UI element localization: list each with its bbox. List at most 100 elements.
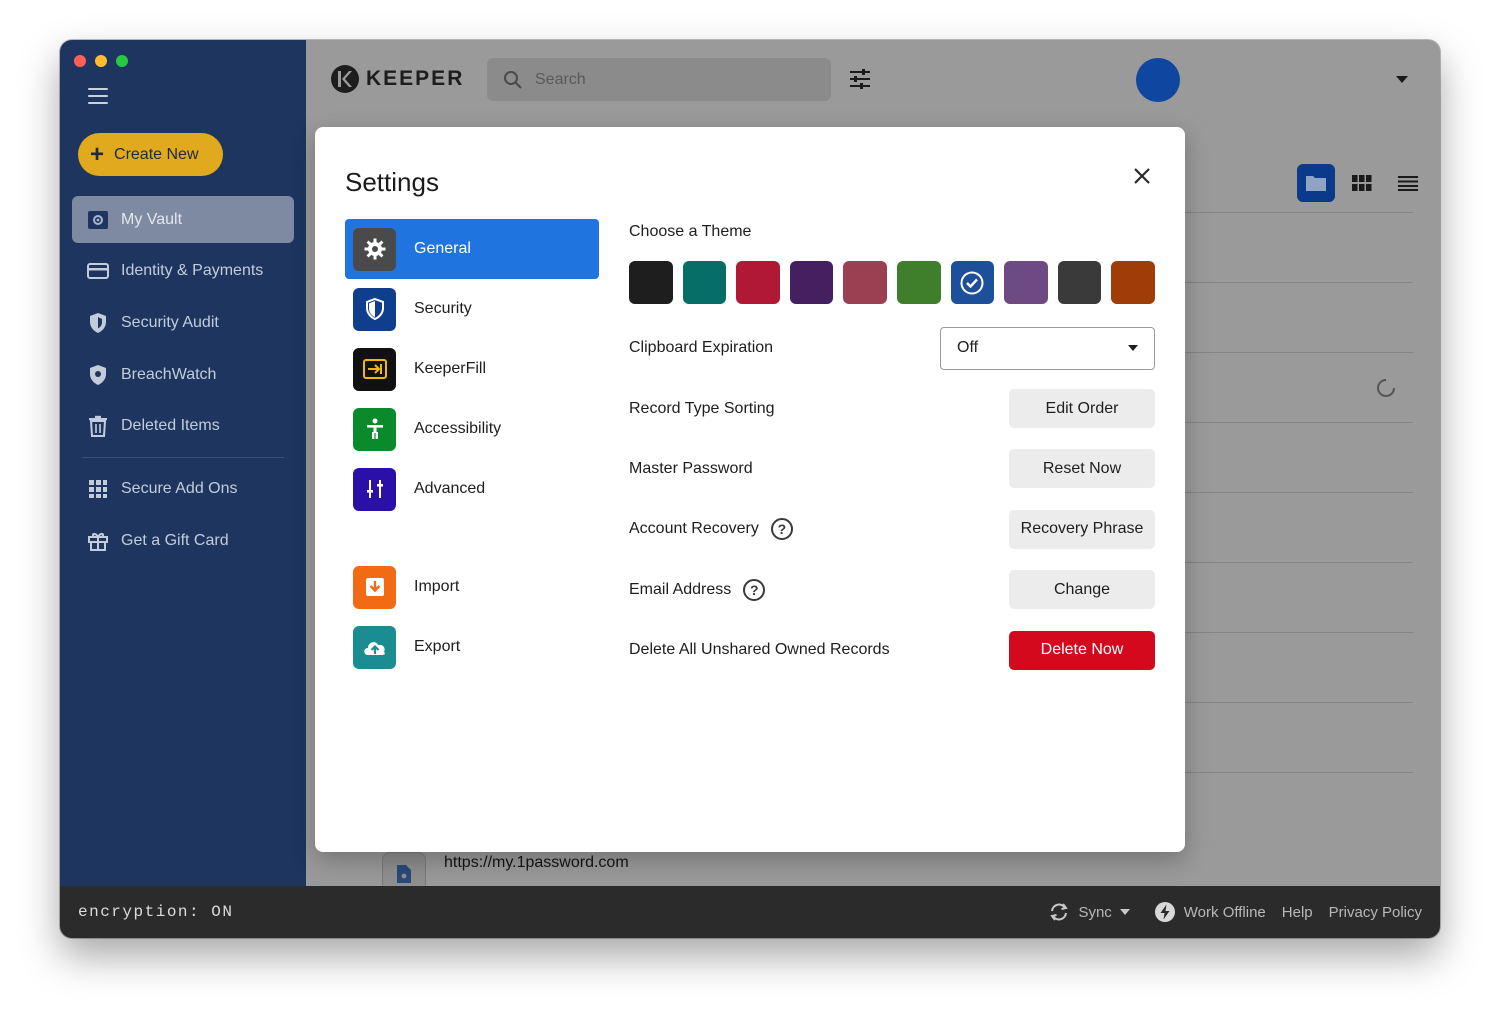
theme-swatch-selected[interactable]: [950, 261, 995, 304]
create-new-label: Create New: [114, 145, 199, 163]
dialog-title: Settings: [345, 167, 439, 197]
lightning-icon: [1154, 902, 1175, 922]
grid-view-button[interactable]: [1343, 164, 1381, 202]
theme-swatch[interactable]: [896, 261, 941, 304]
chevron-down-icon: [1128, 345, 1138, 352]
tab-keeperfill[interactable]: KeeperFill: [345, 339, 599, 399]
setting-label: Clipboard Expiration: [629, 339, 774, 357]
keeper-logo-icon: [331, 65, 359, 93]
close-window-button[interactable]: [74, 55, 86, 67]
folder-icon: [1306, 176, 1326, 191]
encryption-status: encryption: ON: [78, 903, 234, 921]
record-url: https://my.1password.com: [444, 854, 629, 871]
theme-swatch[interactable]: [1057, 261, 1102, 304]
tab-security[interactable]: Security: [345, 279, 599, 339]
tab-import[interactable]: Import: [345, 557, 599, 617]
minimize-window-button[interactable]: [95, 55, 107, 67]
clipboard-expiration-select[interactable]: Off: [940, 326, 1155, 370]
sidebar-item-breachwatch[interactable]: BreachWatch: [72, 351, 294, 398]
master-password-row: Master Password Reset Now: [629, 439, 1155, 499]
setting-label: Account Recovery: [629, 520, 759, 538]
sync-button[interactable]: Sync: [1048, 903, 1130, 921]
account-recovery-row: Account Recovery ? Recovery Phrase: [629, 499, 1155, 559]
tab-label: General: [414, 240, 471, 257]
close-button[interactable]: [1129, 163, 1155, 189]
tab-advanced[interactable]: Advanced: [345, 459, 599, 519]
create-new-button[interactable]: + Create New: [78, 133, 223, 176]
window-controls: [74, 55, 128, 67]
sidebar-item-identity-payments[interactable]: Identity & Payments: [72, 248, 294, 295]
shield-icon: [353, 287, 396, 331]
vault-icon: [88, 210, 108, 229]
tab-export[interactable]: Export: [345, 617, 599, 677]
close-icon: [1134, 168, 1150, 184]
account-menu-chevron-icon[interactable]: [1396, 76, 1408, 83]
sidebar-item-my-vault[interactable]: My Vault: [72, 196, 294, 243]
filter-sliders-icon[interactable]: [848, 68, 872, 90]
list-view-icon: [1398, 176, 1418, 191]
sync-label: Sync: [1078, 903, 1112, 921]
settings-tabs: General Security KeeperFill Accessibilit…: [345, 219, 599, 677]
change-email-button[interactable]: Change: [1009, 570, 1155, 610]
help-icon[interactable]: ?: [743, 578, 766, 601]
trash-icon: [89, 416, 107, 438]
theme-swatch[interactable]: [682, 261, 727, 304]
select-value: Off: [957, 339, 979, 357]
sliders-icon: [353, 467, 396, 511]
sidebar-item-gift-card[interactable]: Get a Gift Card: [72, 517, 294, 564]
sidebar-item-secure-add-ons[interactable]: Secure Add Ons: [72, 466, 294, 513]
search-input[interactable]: Search: [487, 58, 831, 101]
keeperfill-icon: [353, 347, 396, 391]
theme-swatch[interactable]: [1004, 261, 1048, 304]
delete-now-button[interactable]: Delete Now: [1009, 630, 1155, 670]
help-link[interactable]: Help: [1282, 904, 1313, 921]
help-icon[interactable]: ?: [770, 518, 793, 541]
reset-now-button[interactable]: Reset Now: [1009, 449, 1155, 489]
tab-label: KeeperFill: [414, 360, 487, 377]
gear-icon: [353, 227, 396, 271]
sidebar-item-deleted-items[interactable]: Deleted Items: [72, 403, 294, 450]
sidebar: + Create New My Vault Identity & Payment…: [60, 40, 306, 886]
avatar[interactable]: [1136, 58, 1180, 102]
status-bar: encryption: ON Sync Work Offline Help Pr…: [60, 886, 1440, 938]
tab-label: Accessibility: [414, 420, 502, 437]
privacy-policy-link[interactable]: Privacy Policy: [1329, 904, 1422, 921]
edit-order-button[interactable]: Edit Order: [1009, 389, 1155, 429]
sidebar-item-label: Secure Add Ons: [121, 480, 238, 498]
menu-icon[interactable]: [88, 88, 108, 104]
theme-swatch[interactable]: [1111, 261, 1155, 304]
footer-actions: Sync Work Offline Help Privacy Policy: [1048, 901, 1422, 923]
accessibility-icon: [353, 407, 396, 451]
logo-text: KEEPER: [366, 67, 465, 90]
theme-swatches: [629, 261, 1155, 304]
theme-swatch[interactable]: [789, 261, 834, 304]
folder-view-button[interactable]: [1297, 164, 1335, 202]
sidebar-item-security-audit[interactable]: Security Audit: [72, 299, 294, 346]
sidebar-item-label: Security Audit: [121, 313, 219, 331]
theme-swatch[interactable]: [629, 261, 673, 304]
sidebar-item-label: Get a Gift Card: [121, 531, 229, 549]
list-view-button[interactable]: [1389, 164, 1427, 202]
setting-label: Master Password: [629, 459, 753, 477]
setting-label-group: Account Recovery ?: [629, 518, 793, 541]
tab-label: Export: [414, 638, 461, 655]
delete-records-row: Delete All Unshared Owned Records Delete…: [629, 620, 1155, 680]
recovery-phrase-button[interactable]: Recovery Phrase: [1009, 509, 1155, 549]
maximize-window-button[interactable]: [116, 55, 128, 67]
grid-icon: [89, 480, 107, 499]
shield-icon: [90, 312, 106, 333]
app-window: + Create New My Vault Identity & Payment…: [60, 40, 1440, 938]
sidebar-item-label: My Vault: [121, 210, 183, 228]
grid-view-icon: [1352, 175, 1372, 191]
tab-general[interactable]: General: [345, 219, 599, 279]
gift-icon: [88, 532, 108, 551]
view-toggle-group: [1297, 164, 1427, 202]
theme-swatch[interactable]: [736, 261, 780, 304]
work-offline-button[interactable]: Work Offline: [1154, 901, 1266, 923]
settings-dialog: Settings General Security KeeperFill Acc…: [315, 127, 1185, 852]
sync-icon: [1050, 903, 1069, 921]
sidebar-item-label: Deleted Items: [121, 417, 220, 435]
tab-label: Import: [414, 578, 460, 595]
tab-accessibility[interactable]: Accessibility: [345, 399, 599, 459]
theme-swatch[interactable]: [843, 261, 887, 304]
